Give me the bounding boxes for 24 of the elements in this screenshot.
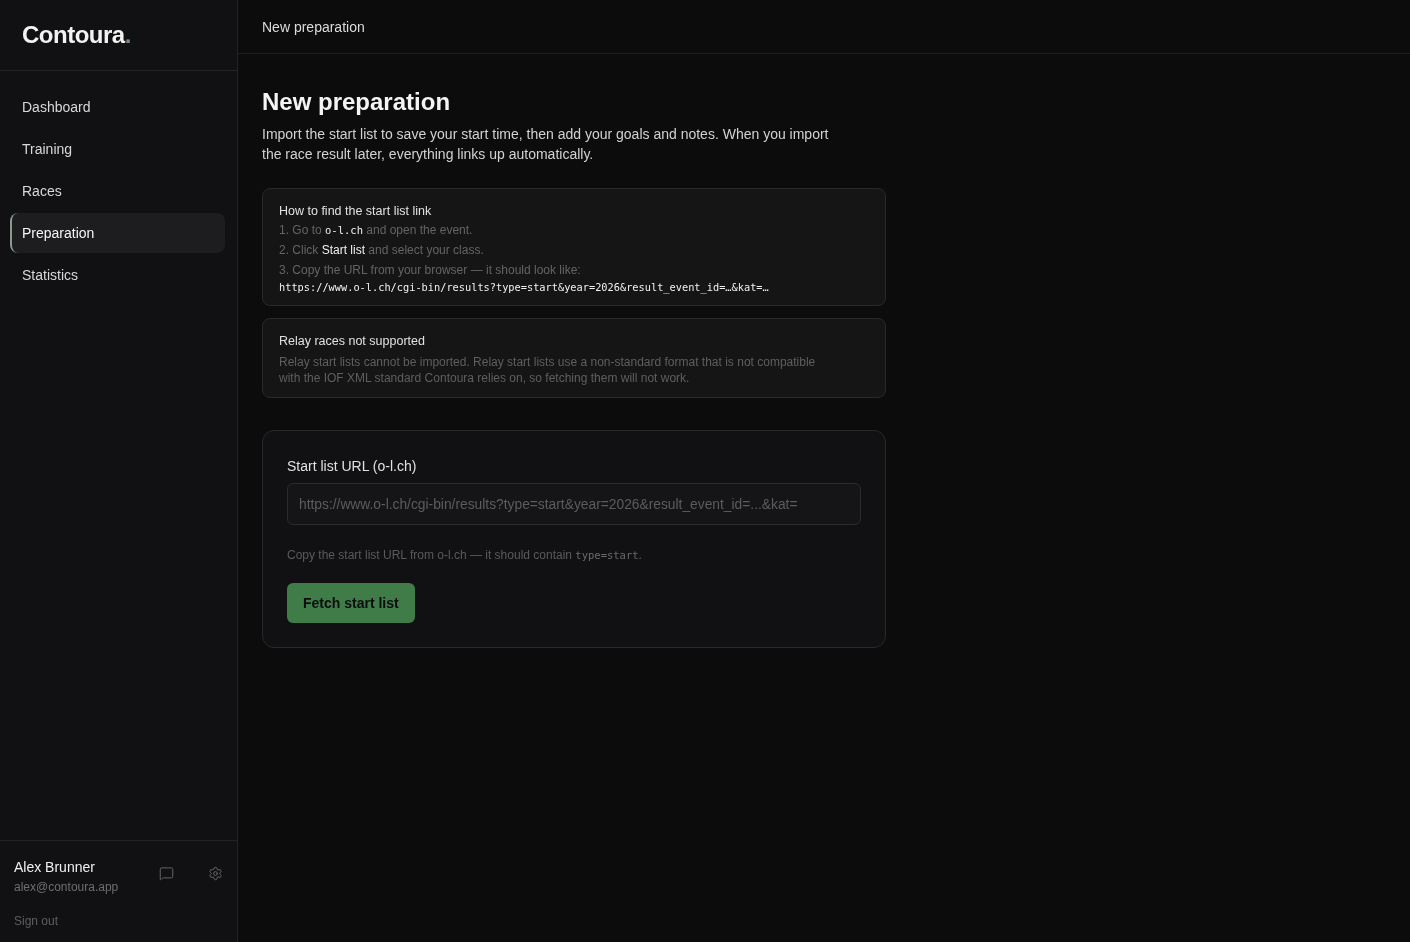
- url-input[interactable]: https://www.o-l.ch/cgi-bin/results?type=start&year=2026&result_event_id=...&kat=: [287, 483, 861, 525]
- nav-item[interactable]: Statistics: [10, 255, 225, 295]
- instruction-step: 1. Go to o-l.ch and open the event.: [279, 220, 869, 240]
- field-hint: Copy the start list URL from o-l.ch — it should contain type=start.: [287, 547, 643, 563]
- chat-icon[interactable]: [159, 866, 174, 881]
- notice-text: Relay start lists cannot be imported. Relay start lists use a non-standard format that is not compatible with the IOF XML standard Contoura relies on, so fetching them will not work.: [279, 354, 817, 386]
- user-email: alex@contoura.app: [14, 880, 120, 894]
- example-url: https://www.o-l.ch/cgi-bin/results?type=start&year=2026&result_event_id=…&kat=…: [279, 280, 770, 294]
- page-title: New preparation: [262, 87, 452, 117]
- nav-item[interactable]: Races: [10, 171, 225, 211]
- card-title: Relay races not supported: [279, 333, 426, 350]
- settings-icon[interactable]: [208, 866, 223, 881]
- nav-item[interactable]: Preparation: [10, 213, 225, 253]
- card-title: How to find the start list link: [279, 203, 433, 220]
- instruction-step: 3. Copy the URL from your browser — it should look like:: [279, 260, 869, 280]
- logo: Contoura.: [22, 21, 131, 49]
- field-label: Start list URL (o-l.ch): [287, 457, 418, 475]
- header-title: New preparation: [262, 18, 365, 35]
- fetch-button[interactable]: Fetch start list: [287, 583, 415, 623]
- nav-item[interactable]: Dashboard: [10, 87, 225, 127]
- user-name: Alex Brunner: [14, 859, 96, 875]
- instruction-step: 2. Click Start list and select your class.: [279, 240, 869, 260]
- page-description: Import the start list to save your start time, then add your goals and notes. When you import the race result later, everything links up automatically.: [262, 125, 830, 164]
- nav-item[interactable]: Training: [10, 129, 225, 169]
